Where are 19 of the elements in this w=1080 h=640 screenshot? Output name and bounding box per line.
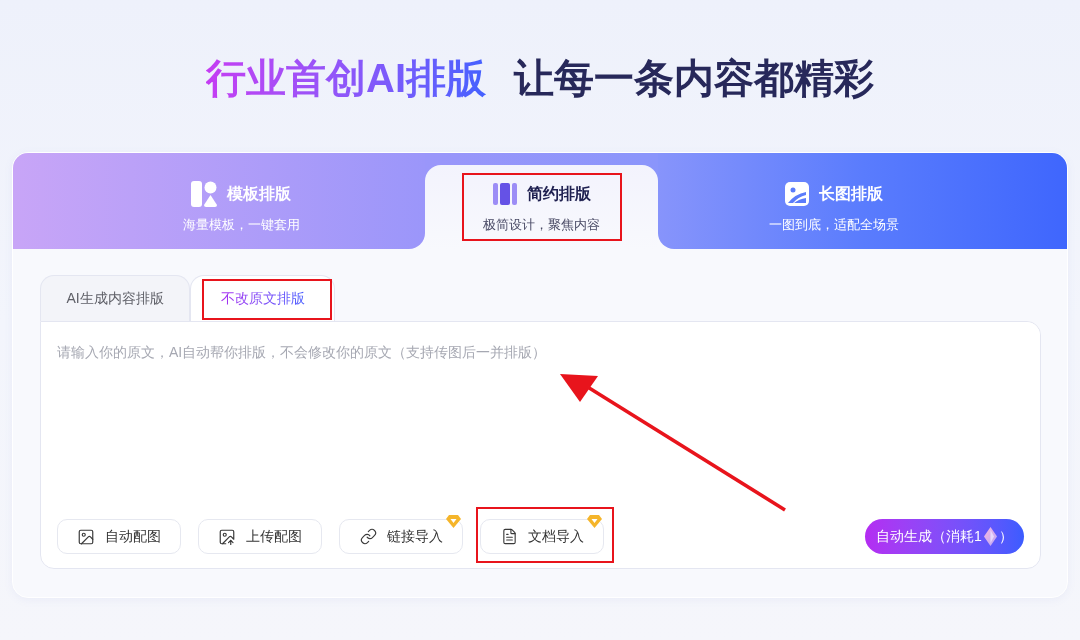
headline-text: 让每一条内容都精彩 xyxy=(514,55,874,102)
image-icon xyxy=(784,182,809,206)
editor-panel[interactable]: 请输入你的原文，AI自动帮你排版，不会修改你的原文（支持传图后一并排版） 自动配图 上传配图 链接导入 文档导入 自动生成（消耗1 ） xyxy=(40,321,1041,569)
generate-button[interactable]: 自动生成（消耗1 ） xyxy=(865,519,1024,554)
shapes-icon xyxy=(191,181,217,207)
columns-icon xyxy=(492,183,517,205)
document-icon xyxy=(500,528,518,545)
tool-button[interactable]: 上传配图 xyxy=(198,519,322,554)
gem-icon xyxy=(983,527,997,546)
sub-tab[interactable]: 不改原文排版 xyxy=(190,275,335,321)
tool-button[interactable]: 自动配图 xyxy=(57,519,181,554)
tool-button[interactable]: 链接导入 xyxy=(339,519,463,554)
sub-tab[interactable]: AI生成内容排版 xyxy=(40,275,190,321)
mode-tab[interactable]: 长图排版 一图到底，适配全场景 xyxy=(658,153,1067,249)
image-icon xyxy=(77,527,95,546)
mode-tab[interactable]: 简约排版 极简设计，聚焦内容 xyxy=(425,165,658,249)
image-upload-icon xyxy=(218,527,236,546)
link-icon xyxy=(359,528,377,545)
tool-button[interactable]: 文档导入 xyxy=(480,519,604,554)
